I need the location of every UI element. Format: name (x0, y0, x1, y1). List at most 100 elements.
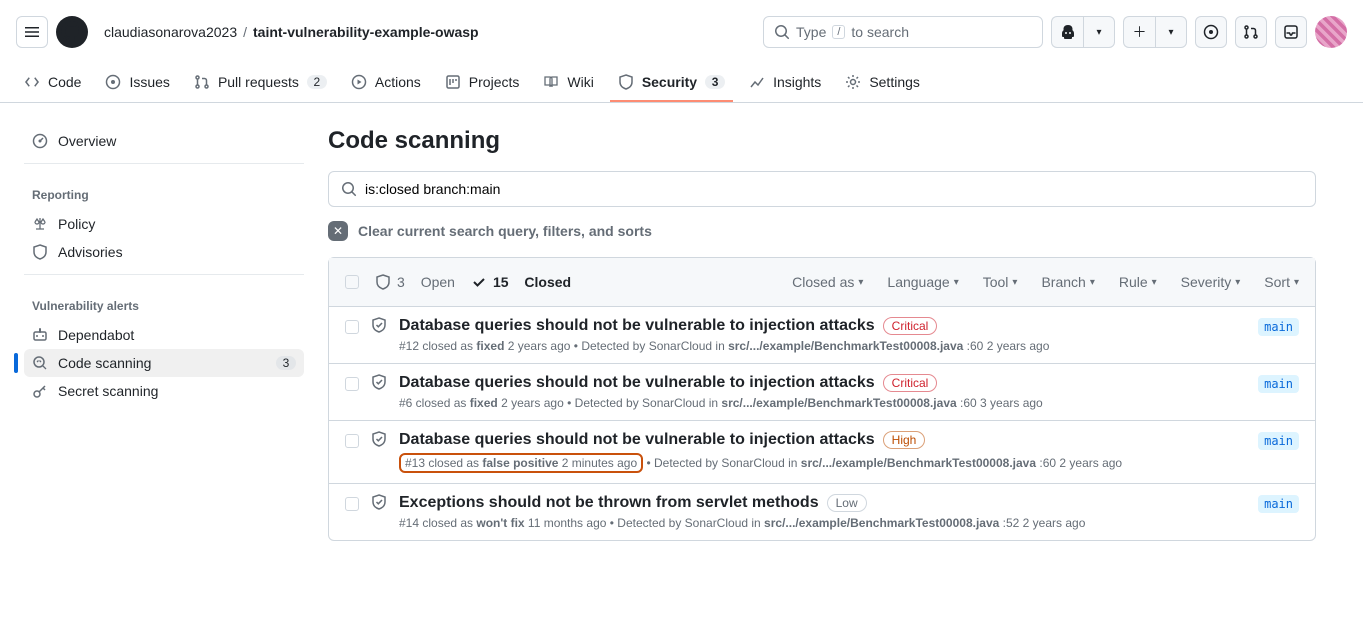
alert-meta: #13 closed as false positive 2 minutes a… (399, 453, 1299, 473)
repo-nav: Code Issues Pull requests2 Actions Proje… (0, 64, 1363, 103)
alert-meta: #12 closed as fixed 2 years ago • Detect… (399, 339, 1299, 353)
alert-detected-by: • Detected by SonarCloud in (564, 396, 722, 410)
row-checkbox[interactable] (345, 497, 359, 511)
alert-row: Database queries should not be vulnerabl… (329, 364, 1315, 421)
alert-when: 2 years ago (498, 396, 564, 410)
alert-title-link[interactable]: Database queries should not be vulnerabl… (399, 374, 875, 392)
breadcrumb-repo[interactable]: taint-vulnerability-example-owasp (253, 24, 479, 40)
alert-row: Exceptions should not be thrown from ser… (329, 484, 1315, 540)
tab-actions[interactable]: Actions (343, 64, 429, 102)
filter-severity[interactable]: Severity▾ (1181, 274, 1241, 290)
issues-shortcut-button[interactable] (1195, 16, 1227, 48)
filter-sort[interactable]: Sort▾ (1264, 274, 1299, 290)
global-search[interactable]: Type / to search (763, 16, 1043, 48)
github-logo[interactable] (56, 16, 88, 48)
tab-wiki[interactable]: Wiki (535, 64, 601, 102)
alert-when: 2 minutes ago (558, 456, 637, 470)
dependabot-icon (32, 327, 48, 343)
alert-title-link[interactable]: Exceptions should not be thrown from ser… (399, 494, 819, 512)
book-icon (543, 74, 559, 90)
severity-badge: Low (827, 494, 867, 512)
row-checkbox[interactable] (345, 320, 359, 334)
alert-meta-prefix: #12 closed as (399, 339, 476, 353)
global-header: claudiasonarova2023 / taint-vulnerabilit… (0, 0, 1363, 64)
sidebar-dependabot[interactable]: Dependabot (24, 321, 304, 349)
alert-meta: #6 closed as fixed 2 years ago • Detecte… (399, 396, 1299, 410)
law-icon (32, 216, 48, 232)
breadcrumb: claudiasonarova2023 / taint-vulnerabilit… (104, 24, 479, 40)
breadcrumb-owner[interactable]: claudiasonarova2023 (104, 24, 237, 40)
pulls-shortcut-button[interactable] (1235, 16, 1267, 48)
x-icon: ✕ (328, 221, 348, 241)
sidebar-reporting-header: Reporting (24, 172, 304, 210)
tab-pulls[interactable]: Pull requests2 (186, 64, 335, 102)
sidebar-code-scanning[interactable]: Code scanning3 (24, 349, 304, 377)
alert-row: Database queries should not be vulnerabl… (329, 307, 1315, 364)
create-dropdown[interactable]: ▾ (1155, 16, 1187, 48)
alert-file: src/.../example/BenchmarkTest00008.java (721, 396, 956, 410)
row-checkbox[interactable] (345, 377, 359, 391)
branch-tag[interactable]: main (1258, 432, 1299, 450)
branch-tag[interactable]: main (1258, 318, 1299, 336)
filter-input-field[interactable] (365, 181, 1303, 197)
tab-issues[interactable]: Issues (97, 64, 177, 102)
tab-settings[interactable]: Settings (837, 64, 928, 102)
filter-tool[interactable]: Tool▾ (983, 274, 1018, 290)
sidebar-overview[interactable]: Overview (24, 127, 304, 155)
tab-security[interactable]: Security3 (610, 64, 733, 102)
filter-language[interactable]: Language▾ (887, 274, 958, 290)
nav-menu-button[interactable] (16, 16, 48, 48)
alert-meta-prefix: #6 closed as (399, 396, 470, 410)
alert-detected-by: • Detected by SonarCloud in (606, 516, 764, 530)
highlight-annotation: #13 closed as false positive 2 minutes a… (399, 453, 643, 473)
sidebar-policy[interactable]: Policy (24, 210, 304, 238)
tab-insights[interactable]: Insights (741, 64, 829, 102)
alert-when: 11 months ago (525, 516, 607, 530)
search-placeholder-text: Type (796, 24, 826, 40)
alert-when: 2 years ago (504, 339, 570, 353)
copilot-dropdown[interactable]: ▾ (1083, 16, 1115, 48)
shield-icon (32, 244, 48, 260)
alert-file: src/.../example/BenchmarkTest00008.java (764, 516, 999, 530)
tab-code[interactable]: Code (16, 64, 89, 102)
play-icon (351, 74, 367, 90)
alert-row: Database queries should not be vulnerabl… (329, 421, 1315, 484)
filter-input[interactable] (328, 171, 1316, 207)
alert-status: won't fix (476, 516, 524, 530)
sidebar-advisories[interactable]: Advisories (24, 238, 304, 266)
alert-line-age: :52 2 years ago (999, 516, 1085, 530)
alert-line-age: :60 3 years ago (957, 396, 1043, 410)
alert-meta-prefix: #13 closed as (405, 456, 482, 470)
search-icon (774, 24, 790, 40)
select-all-checkbox[interactable] (345, 275, 359, 289)
alert-title-link[interactable]: Database queries should not be vulnerabl… (399, 317, 875, 335)
main-content: Code scanning ✕ Clear current search que… (320, 103, 1340, 565)
filter-closed-as[interactable]: Closed as▾ (792, 274, 863, 290)
sidebar-secret-scanning[interactable]: Secret scanning (24, 377, 304, 405)
page-title: Code scanning (328, 127, 1316, 155)
clear-filters-button[interactable]: ✕ Clear current search query, filters, a… (328, 221, 1316, 241)
closed-tab[interactable]: 15 Closed (471, 274, 571, 290)
create-button[interactable]: ＋ (1123, 16, 1155, 48)
filter-branch[interactable]: Branch▾ (1041, 274, 1094, 290)
user-avatar[interactable] (1315, 16, 1347, 48)
open-tab[interactable]: 3 Open (375, 274, 455, 290)
branch-tag[interactable]: main (1258, 495, 1299, 513)
shield-check-icon (371, 317, 387, 333)
tab-projects[interactable]: Projects (437, 64, 528, 102)
inbox-button[interactable] (1275, 16, 1307, 48)
gear-icon (845, 74, 861, 90)
branch-tag[interactable]: main (1258, 375, 1299, 393)
row-checkbox[interactable] (345, 434, 359, 448)
alert-status: false positive (482, 456, 558, 470)
alert-title-link[interactable]: Database queries should not be vulnerabl… (399, 431, 875, 449)
search-kbd: / (832, 25, 845, 39)
filter-rule[interactable]: Rule▾ (1119, 274, 1157, 290)
header-actions: Type / to search ▾ ＋ ▾ (763, 16, 1347, 48)
copilot-button[interactable] (1051, 16, 1083, 48)
project-icon (445, 74, 461, 90)
search-hint: to search (851, 24, 909, 40)
alert-detected-by: • Detected by SonarCloud in (643, 456, 801, 470)
security-sidebar: Overview Reporting Policy Advisories Vul… (0, 103, 320, 565)
code-icon (24, 74, 40, 90)
